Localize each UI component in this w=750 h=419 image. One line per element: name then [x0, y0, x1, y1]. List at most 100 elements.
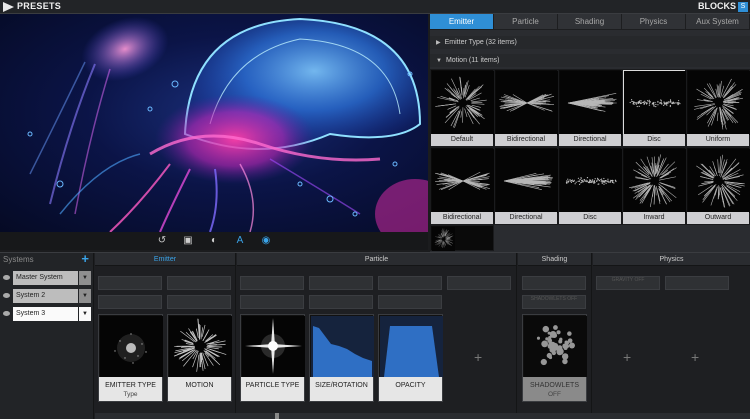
tab-particle[interactable]: Particle — [494, 14, 558, 29]
ghost-slot — [240, 295, 304, 309]
plus-icon[interactable]: + — [81, 252, 89, 266]
shadowlets-card[interactable]: SHADOWLETS OFF — [522, 314, 587, 402]
preview-toolbar: ↺ ▣ ◐ A ◉ — [0, 232, 428, 250]
system-name[interactable]: Master System — [13, 271, 78, 285]
preset-tile[interactable]: Directional — [494, 147, 558, 225]
camera-icon[interactable]: ▣ — [182, 235, 194, 247]
system-name[interactable]: System 2 — [13, 289, 78, 303]
section-emitter-header[interactable]: Emitter — [95, 253, 235, 266]
shadowlets-label: SHADOWLETS OFF — [523, 377, 586, 401]
chevron-down-icon[interactable]: ▼ — [79, 307, 91, 321]
preset-label: Directional — [495, 212, 557, 224]
section-shading: Shading SHADOWLETS OFF SHADOWLETS OFF — [518, 253, 592, 419]
preset-tile[interactable]: Directional — [558, 69, 622, 147]
particle-type-card[interactable]: PARTICLE TYPE — [240, 314, 305, 402]
preset-label: Uniform — [687, 134, 749, 146]
preset-tile[interactable]: Disc — [558, 147, 622, 225]
eye-icon[interactable] — [3, 293, 10, 298]
preset-label: Disc — [623, 134, 685, 146]
size-rotation-label: SIZE/ROTATION — [310, 377, 373, 401]
category-tabs: Emitter Particle Shading Physics Aux Sys… — [430, 14, 750, 30]
opacity-card[interactable]: OPACITY — [378, 314, 443, 402]
preset-tile[interactable]: Disc — [622, 69, 686, 147]
tab-aux-system[interactable]: Aux System — [686, 14, 750, 29]
section-physics-header[interactable]: Physics — [593, 253, 750, 266]
horizontal-scrollbar[interactable] — [95, 413, 750, 419]
emitter-type-thumbnail — [100, 316, 163, 377]
blocks-editor: Systems + Master System ▼ System 2 ▼ System … — [0, 252, 750, 419]
system-name[interactable]: System 3 — [13, 307, 78, 321]
section-particle-header[interactable]: Particle — [237, 253, 516, 266]
systems-list: Master System ▼ System 2 ▼ System 3 ▼ — [0, 271, 93, 321]
chevron-down-icon[interactable]: ▼ — [79, 289, 91, 303]
preset-label: Disc — [559, 212, 621, 224]
system-row[interactable]: System 2 ▼ — [0, 289, 93, 303]
opacity-label: OPACITY — [379, 377, 442, 401]
tab-shading[interactable]: Shading — [558, 14, 622, 29]
preset-tile[interactable]: Bidirectional — [494, 69, 558, 147]
group-emitter-type[interactable]: ▶ Emitter Type (32 items) — [430, 36, 750, 49]
tab-physics[interactable]: Physics — [622, 14, 686, 29]
preset-label: Bidirectional — [431, 212, 493, 224]
preset-thumbnail — [560, 71, 622, 135]
caret-right-icon: ▶ — [436, 40, 441, 46]
preset-label: Bidirectional — [495, 134, 557, 146]
preset-tile[interactable]: Uniform — [686, 69, 750, 147]
size-rotation-card[interactable]: SIZE/ROTATION — [309, 314, 374, 402]
ghost-gravity: GRAVITY OFF — [596, 276, 660, 290]
motion-thumbnail — [169, 316, 232, 377]
size-rotation-curve-thumbnail — [311, 316, 374, 377]
preview-viewport[interactable] — [0, 14, 428, 232]
reset-icon[interactable]: ↺ — [156, 235, 168, 247]
add-block-icon[interactable]: + — [691, 349, 699, 365]
eye-icon[interactable] — [3, 275, 10, 280]
emitter-type-card[interactable]: EMITTER TYPE Type — [98, 314, 163, 402]
top-bar: PRESETS BLOCKS S — [0, 0, 750, 14]
presets-panel: Emitter Particle Shading Physics Aux Sys… — [430, 14, 750, 252]
system-row[interactable]: Master System ▼ — [0, 271, 93, 285]
ghost-slot — [167, 295, 231, 309]
preset-tile[interactable]: Inward — [622, 147, 686, 225]
eye-icon[interactable] — [3, 311, 10, 316]
blocks-title: BLOCKS — [698, 1, 736, 11]
ghost-slot — [240, 276, 304, 290]
preset-thumbnail — [624, 71, 686, 135]
system-row[interactable]: System 3 ▼ — [0, 307, 93, 321]
add-block-icon[interactable]: + — [474, 349, 482, 365]
ghost-slot — [522, 276, 586, 290]
emitter-type-value: Type — [123, 391, 138, 398]
preset-tile[interactable] — [430, 225, 494, 251]
preset-thumbnail — [560, 149, 622, 213]
scrollbar-handle[interactable] — [275, 413, 279, 419]
presets-title: PRESETS — [17, 1, 62, 11]
text-icon[interactable]: A — [234, 235, 246, 247]
motion-card[interactable]: MOTION — [167, 314, 232, 402]
add-block-icon[interactable]: + — [623, 349, 631, 365]
preset-thumbnail — [496, 71, 558, 135]
motion-label: MOTION — [168, 377, 231, 401]
opacity-curve-thumbnail — [380, 316, 443, 377]
particle-type-thumbnail — [242, 316, 305, 377]
ghost-slot — [309, 295, 373, 309]
chevron-down-icon[interactable]: ▼ — [79, 271, 91, 285]
systems-panel: Systems + Master System ▼ System 2 ▼ System … — [0, 251, 94, 419]
jellyfish-render — [27, 16, 428, 232]
motion-blur-icon[interactable]: ◐ — [208, 235, 220, 247]
ghost-slot — [309, 276, 373, 290]
section-physics: Physics GRAVITY OFF + + — [593, 253, 750, 419]
caret-down-icon: ▼ — [436, 58, 442, 64]
close-icon[interactable]: S — [738, 2, 748, 12]
section-shading-header[interactable]: Shading — [518, 253, 591, 266]
preset-label: Directional — [559, 134, 621, 146]
preset-label: Outward — [687, 212, 749, 224]
systems-header: Systems + — [3, 251, 89, 266]
eye-icon[interactable]: ◉ — [260, 235, 272, 247]
preset-thumbnail — [624, 149, 686, 213]
ghost-slot — [665, 276, 729, 290]
preset-tile[interactable]: Default — [430, 69, 494, 147]
group-motion[interactable]: ▼ Motion (11 items) — [430, 54, 750, 67]
preset-tile[interactable]: Outward — [686, 147, 750, 225]
tab-emitter[interactable]: Emitter — [430, 14, 494, 29]
ghost-slot — [98, 276, 162, 290]
preset-tile[interactable]: Bidirectional — [430, 147, 494, 225]
